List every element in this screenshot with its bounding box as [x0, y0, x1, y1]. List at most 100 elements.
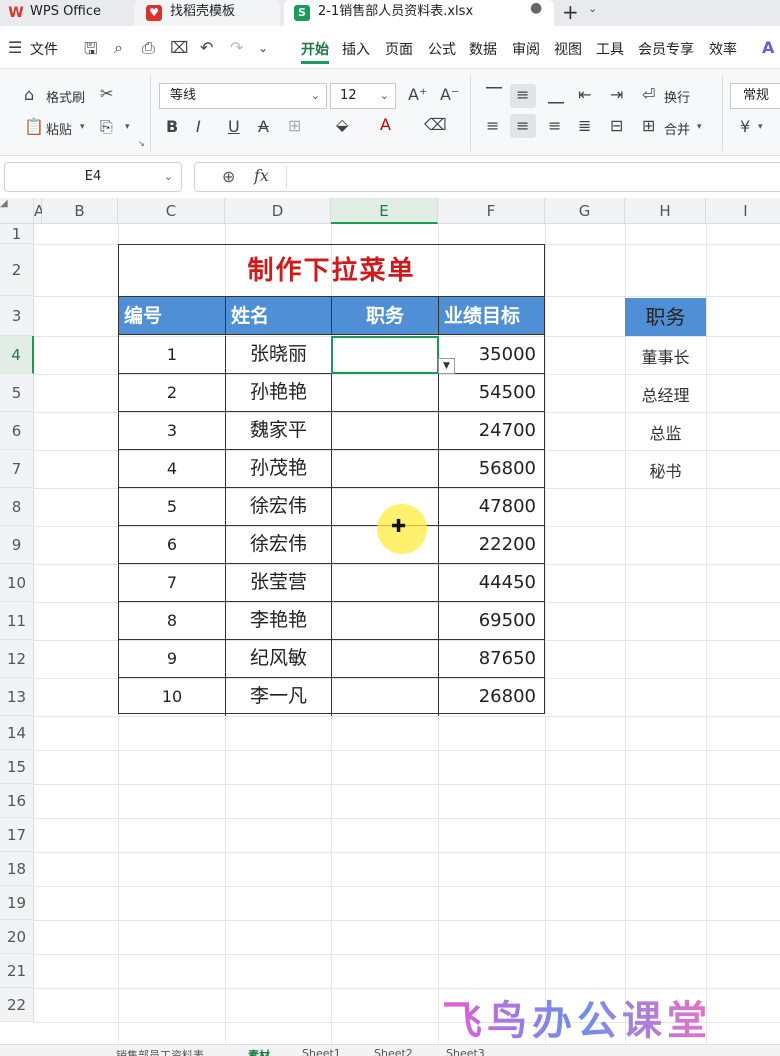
header-target[interactable]: 业绩目标: [439, 297, 544, 335]
cell-target[interactable]: 22200: [439, 526, 544, 564]
menu-home[interactable]: 开始: [301, 39, 329, 59]
zoom-icon[interactable]: ⊕: [222, 167, 235, 186]
print-preview-icon[interactable]: ⌧: [170, 38, 188, 57]
unsaved-dot-icon[interactable]: ●: [530, 0, 542, 16]
cell-name[interactable]: 李一凡: [226, 678, 332, 716]
header-role[interactable]: 职务: [332, 297, 439, 335]
cell-name[interactable]: 李艳艳: [226, 602, 332, 640]
spreadsheet-grid[interactable]: ◢ A B C D E F G H I 1 2 3 4 5 6 7 8 9 10…: [0, 198, 780, 1044]
role-item-chairman[interactable]: 董事长: [625, 344, 706, 368]
sheet-tab-sheet3[interactable]: Sheet3: [446, 1047, 485, 1056]
col-header-b[interactable]: B: [42, 198, 118, 224]
strikethrough-icon[interactable]: A: [258, 117, 269, 136]
row-header-19[interactable]: 19: [0, 886, 34, 920]
template-tab[interactable]: ♥ 找稻壳模板: [134, 0, 280, 26]
fx-icon[interactable]: fx: [254, 166, 269, 185]
number-format-select[interactable]: 常规: [730, 83, 780, 109]
cell-name[interactable]: 纪风敏: [226, 640, 332, 678]
italic-icon[interactable]: I: [196, 117, 201, 136]
undo-icon[interactable]: ↶: [200, 38, 213, 57]
font-size-select[interactable]: 12 ⌄: [330, 83, 396, 109]
redo-icon[interactable]: ↷: [230, 38, 243, 57]
row-header-2[interactable]: 2: [0, 244, 34, 296]
cell-target[interactable]: 56800: [439, 450, 544, 488]
save-icon[interactable]: 🖫: [84, 38, 98, 65]
formula-input[interactable]: [194, 162, 780, 192]
name-box[interactable]: E4 ⌄: [4, 162, 182, 192]
cell-id[interactable]: 3: [119, 412, 226, 450]
file-tab[interactable]: S 2-1销售部人员资料表.xlsx: [284, 0, 554, 26]
share-icon[interactable]: ⌕: [114, 38, 123, 58]
row-header-7[interactable]: 7: [0, 450, 34, 488]
cell-name[interactable]: 张莹营: [226, 564, 332, 602]
cell-role[interactable]: [332, 412, 439, 450]
merge-button[interactable]: 合并: [664, 119, 690, 138]
paste-chevron-icon[interactable]: ▾: [80, 122, 85, 132]
ai-icon[interactable]: A: [762, 38, 774, 57]
row-header-22[interactable]: 22: [0, 988, 34, 1022]
cell-id[interactable]: 2: [119, 374, 226, 412]
role-list-header[interactable]: 职务: [625, 298, 706, 336]
cell-name[interactable]: 徐宏伟: [226, 488, 332, 526]
underline-icon[interactable]: U: [228, 117, 240, 136]
currency-button[interactable]: ¥: [740, 117, 750, 136]
sheet-tab-staff[interactable]: 销售部员工资料表: [116, 1047, 204, 1056]
sheet-tab-material[interactable]: 素材: [248, 1047, 270, 1056]
cell-name[interactable]: 孙艳艳: [226, 374, 332, 412]
col-header-g[interactable]: G: [545, 198, 625, 224]
cell-name[interactable]: 张晓丽: [226, 336, 332, 374]
cut-icon[interactable]: ✂: [100, 84, 113, 103]
cell-role[interactable]: [332, 374, 439, 412]
align-left-icon[interactable]: ≡: [486, 116, 499, 135]
cell-target[interactable]: 54500: [439, 374, 544, 412]
copy-chevron-icon[interactable]: ▾: [125, 122, 130, 132]
row-header-4[interactable]: 4: [0, 336, 34, 374]
row-header-12[interactable]: 12: [0, 640, 34, 678]
row-header-16[interactable]: 16: [0, 784, 34, 818]
row-header-10[interactable]: 10: [0, 564, 34, 602]
row-header-6[interactable]: 6: [0, 412, 34, 450]
row-header-9[interactable]: 9: [0, 526, 34, 564]
format-painter-button[interactable]: 格式刷: [46, 87, 85, 106]
header-name[interactable]: 姓名: [226, 297, 332, 335]
row-header-11[interactable]: 11: [0, 602, 34, 640]
align-right-icon[interactable]: ≡: [548, 116, 561, 135]
currency-chevron-icon[interactable]: ▾: [758, 122, 763, 132]
menu-efficiency[interactable]: 效率: [709, 39, 737, 59]
row-header-5[interactable]: 5: [0, 374, 34, 412]
select-all-corner[interactable]: ◢: [0, 198, 34, 224]
cell-id[interactable]: 8: [119, 602, 226, 640]
col-header-i[interactable]: I: [706, 198, 780, 224]
align-bottom-icon[interactable]: ⎽: [548, 85, 564, 105]
wps-home-tab[interactable]: W WPS Office: [0, 0, 128, 26]
chevron-down-icon[interactable]: ⌄: [588, 2, 597, 15]
row-header-21[interactable]: 21: [0, 954, 34, 988]
decrease-font-icon[interactable]: A⁻: [440, 85, 459, 104]
role-item-secretary[interactable]: 秘书: [625, 458, 706, 482]
col-header-a[interactable]: A: [34, 198, 44, 224]
role-item-gm[interactable]: 总经理: [625, 382, 706, 406]
cell-name[interactable]: 徐宏伟: [226, 526, 332, 564]
quick-access-chevron-icon[interactable]: ⌄: [258, 41, 268, 55]
increase-indent-icon[interactable]: ⇥: [610, 85, 623, 104]
bold-icon[interactable]: B: [166, 117, 178, 136]
font-family-select[interactable]: 等线 ⌄: [159, 83, 327, 109]
print-icon[interactable]: ⎙: [142, 38, 155, 58]
cell-role[interactable]: [332, 678, 439, 716]
cell-target[interactable]: 87650: [439, 640, 544, 678]
hamburger-icon[interactable]: ☰: [8, 38, 22, 57]
menu-insert[interactable]: 插入: [342, 39, 370, 59]
row-header-18[interactable]: 18: [0, 852, 34, 886]
clear-format-icon[interactable]: ⌫: [424, 115, 447, 134]
menu-view[interactable]: 视图: [554, 39, 582, 59]
cell-role[interactable]: [332, 450, 439, 488]
row-header-15[interactable]: 15: [0, 750, 34, 784]
distributed-icon[interactable]: ⊟: [610, 116, 623, 135]
dropdown-arrow-icon[interactable]: ▼: [438, 358, 455, 374]
clipboard-launcher-icon[interactable]: ↘: [138, 139, 145, 148]
cell-id[interactable]: 9: [119, 640, 226, 678]
menu-review[interactable]: 审阅: [512, 39, 540, 59]
cell-name[interactable]: 孙茂艳: [226, 450, 332, 488]
new-tab-icon[interactable]: +: [562, 0, 579, 24]
row-header-3[interactable]: 3: [0, 296, 34, 336]
